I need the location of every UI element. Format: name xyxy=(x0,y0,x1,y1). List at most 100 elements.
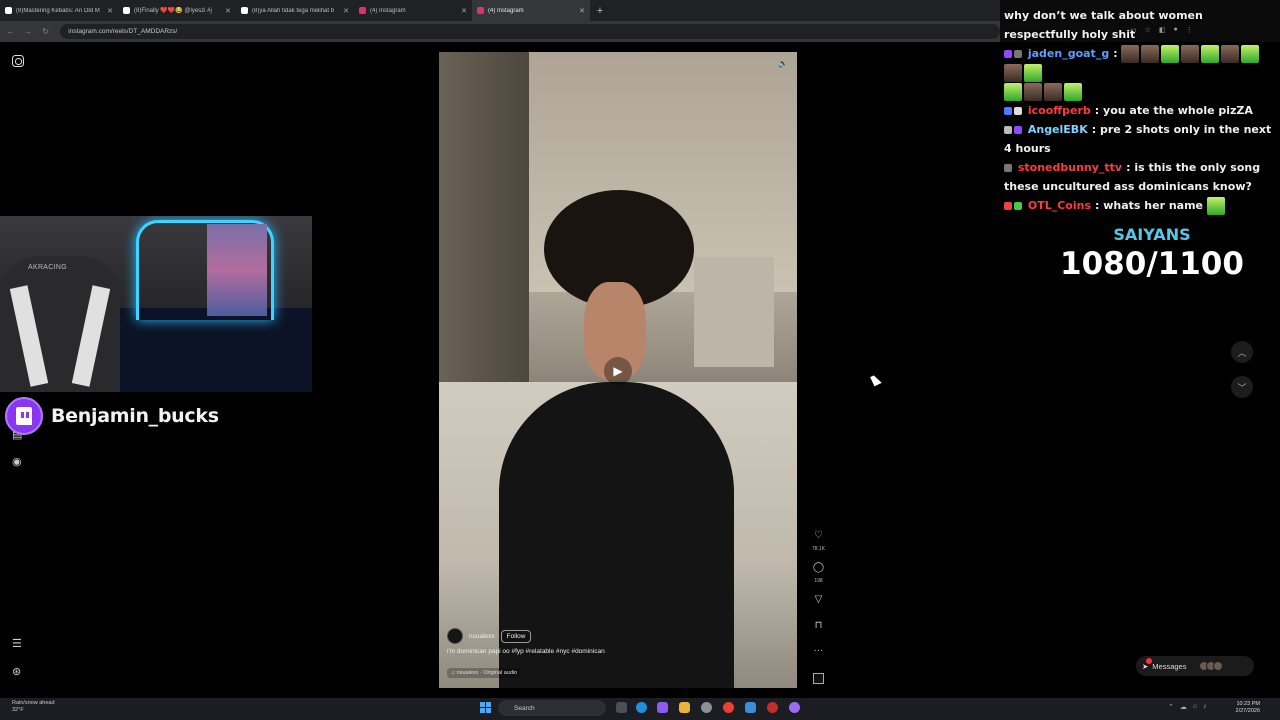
chat-username: jaden_goat_g xyxy=(1027,47,1110,60)
instagram-favicon-icon xyxy=(477,7,484,14)
edge-icon[interactable] xyxy=(636,702,647,713)
chat-badge-icon xyxy=(1004,107,1012,115)
messages-button[interactable]: ➤ Messages xyxy=(1136,656,1254,676)
chat-badge-icon xyxy=(1004,126,1012,134)
discord-icon[interactable] xyxy=(789,702,800,713)
chat-emote-icon xyxy=(1064,83,1082,101)
previous-reel-button[interactable]: ︿ xyxy=(1231,341,1253,363)
volume-icon[interactable]: ♪ xyxy=(1203,703,1207,711)
instagram-logo-icon[interactable] xyxy=(12,55,24,67)
browser-tab-bar: (8)Mastering Kebabs: An Old M ✕ (8)Final… xyxy=(0,0,1000,21)
file-explorer-icon[interactable] xyxy=(679,702,690,713)
chat-username: AngelEBK xyxy=(1027,123,1088,136)
chevron-up-icon[interactable]: ⌃ xyxy=(1168,703,1174,711)
browser-tab[interactable]: (8)Finally ❤️❤️😂 @lyeszi #j ✕ xyxy=(118,0,236,21)
reel-author-row: nsualexx Follow xyxy=(447,628,532,644)
close-tab-icon[interactable]: ✕ xyxy=(343,7,349,15)
like-icon[interactable]: ♡ xyxy=(812,530,825,541)
browser-tab[interactable]: (8)Mastering Kebabs: An Old M ✕ xyxy=(0,0,118,21)
copilot-icon[interactable] xyxy=(657,702,668,713)
chat-message: OTL_Coins: whats her name xyxy=(1004,196,1280,215)
chat-username: icooffperb xyxy=(1027,104,1091,117)
chat-emote-icon xyxy=(1121,45,1140,63)
windows-start-icon[interactable] xyxy=(480,702,491,713)
play-icon[interactable]: ▶ xyxy=(604,357,632,385)
weather-widget[interactable]: Rain/snow ahead 32°F xyxy=(12,700,55,714)
tab-title: (8)Finally ❤️❤️😂 @lyeszi #j xyxy=(134,8,212,14)
settings-icon[interactable] xyxy=(701,702,712,713)
menu-icon[interactable]: ☰ xyxy=(12,637,22,650)
weather-text: Rain/snow ahead xyxy=(12,700,55,706)
tab-title: (8)ya Allah tidak tega melihat b xyxy=(252,7,335,14)
chrome-icon[interactable] xyxy=(723,702,734,713)
tiktok-favicon-icon xyxy=(241,7,248,14)
weather-temp: 32°F xyxy=(12,707,24,713)
chat-badge-icon xyxy=(1014,50,1022,58)
chat-emote-icon xyxy=(1161,45,1180,63)
url-text: instagram.com/reels/DT_AMDDARzs/ xyxy=(68,28,178,35)
chat-text: why don’t we talk about women respectful… xyxy=(1004,9,1203,41)
reel-caption: i'm dominican papi oo #fyp #relatable #n… xyxy=(447,648,605,655)
chevron-up-icon: ︿ xyxy=(1237,347,1247,358)
close-tab-icon[interactable]: ✕ xyxy=(107,7,113,15)
reload-icon[interactable]: ↻ xyxy=(39,27,52,36)
chat-badge-icon xyxy=(1014,126,1022,134)
url-field[interactable]: instagram.com/reels/DT_AMDDARzs/ xyxy=(60,24,1000,39)
steam-icon[interactable] xyxy=(745,702,756,713)
chat-text: whats her name xyxy=(1103,199,1204,212)
browser-tab[interactable]: (4) Instagram ✕ xyxy=(354,0,472,21)
browser-tab-active[interactable]: (4) Instagram ✕ xyxy=(472,0,590,21)
comment-icon[interactable]: ◯ xyxy=(812,562,825,573)
save-icon[interactable]: ⊓ xyxy=(812,620,825,631)
close-tab-icon[interactable]: ✕ xyxy=(461,7,467,15)
follow-button[interactable]: Follow xyxy=(500,629,532,643)
twitch-icon xyxy=(5,397,43,435)
chat-emote-icon xyxy=(1241,45,1260,63)
chat-emote-icon xyxy=(1024,64,1042,82)
messages-label: Messages xyxy=(1152,661,1187,671)
system-tray: ⌃ ☁ ⌂ ♪ xyxy=(1168,703,1207,711)
tab-title: (4) Instagram xyxy=(488,7,524,14)
app-icon[interactable] xyxy=(767,702,778,713)
streamer-tag: Benjamin_bucks xyxy=(5,397,219,435)
comment-count: 198 xyxy=(814,578,823,584)
notification-dot xyxy=(1146,658,1152,664)
reel-video[interactable]: ▶ 🔈 nsualexx Follow i'm dominican papi o… xyxy=(439,52,797,688)
video-person xyxy=(499,382,734,688)
task-view-icon[interactable] xyxy=(616,702,627,713)
more-icon[interactable]: ··· xyxy=(812,645,825,656)
onedrive-icon[interactable]: ☁ xyxy=(1180,703,1187,711)
chat-text: you ate the whole pizZA xyxy=(1103,104,1253,117)
volume-icon[interactable]: 🔈 xyxy=(778,59,788,68)
audio-thumbnail[interactable] xyxy=(813,673,824,684)
next-reel-button[interactable]: ﹀ xyxy=(1231,376,1253,398)
browser-tab[interactable]: (8)ya Allah tidak tega melihat b ✕ xyxy=(236,0,354,21)
address-bar-row: ← → ↻ instagram.com/reels/DT_AMDDARzs/ xyxy=(0,21,1000,42)
chat-badge-icon xyxy=(1004,202,1012,210)
stream-chat: why don’t we talk about women respectful… xyxy=(1004,6,1280,215)
chat-emote-icon xyxy=(1206,197,1225,215)
forward-icon[interactable]: → xyxy=(21,27,34,36)
video-building xyxy=(694,257,774,367)
chat-emote-icon xyxy=(1221,45,1240,63)
reel-audio[interactable]: ♫ nsualexx · Original audio xyxy=(447,668,522,678)
chat-badge-icon xyxy=(1014,202,1022,210)
chat-badge-icon xyxy=(1004,164,1012,172)
threads-icon[interactable]: ⊛ xyxy=(12,665,21,678)
chevron-down-icon: ﹀ xyxy=(1237,382,1247,393)
chat-emote-icon xyxy=(1181,45,1200,63)
network-icon[interactable]: ⌂ xyxy=(1193,703,1197,711)
close-tab-icon[interactable]: ✕ xyxy=(579,7,585,15)
author-name[interactable]: nsualexx xyxy=(469,633,495,640)
share-icon[interactable]: ▽ xyxy=(812,594,825,605)
chat-emote-icon xyxy=(1024,83,1042,101)
taskbar-search[interactable]: Search xyxy=(498,700,606,716)
profile-avatar[interactable]: ◉ xyxy=(12,455,22,468)
streamer-name: Benjamin_bucks xyxy=(51,405,219,427)
taskbar-clock[interactable]: 10:23 PM 2/27/2026 xyxy=(1230,701,1260,715)
close-tab-icon[interactable]: ✕ xyxy=(225,7,231,15)
goal-label: SAIYANS xyxy=(1113,225,1191,244)
back-icon[interactable]: ← xyxy=(4,27,17,36)
author-avatar[interactable] xyxy=(447,628,463,644)
new-tab-button[interactable]: + xyxy=(590,0,610,21)
